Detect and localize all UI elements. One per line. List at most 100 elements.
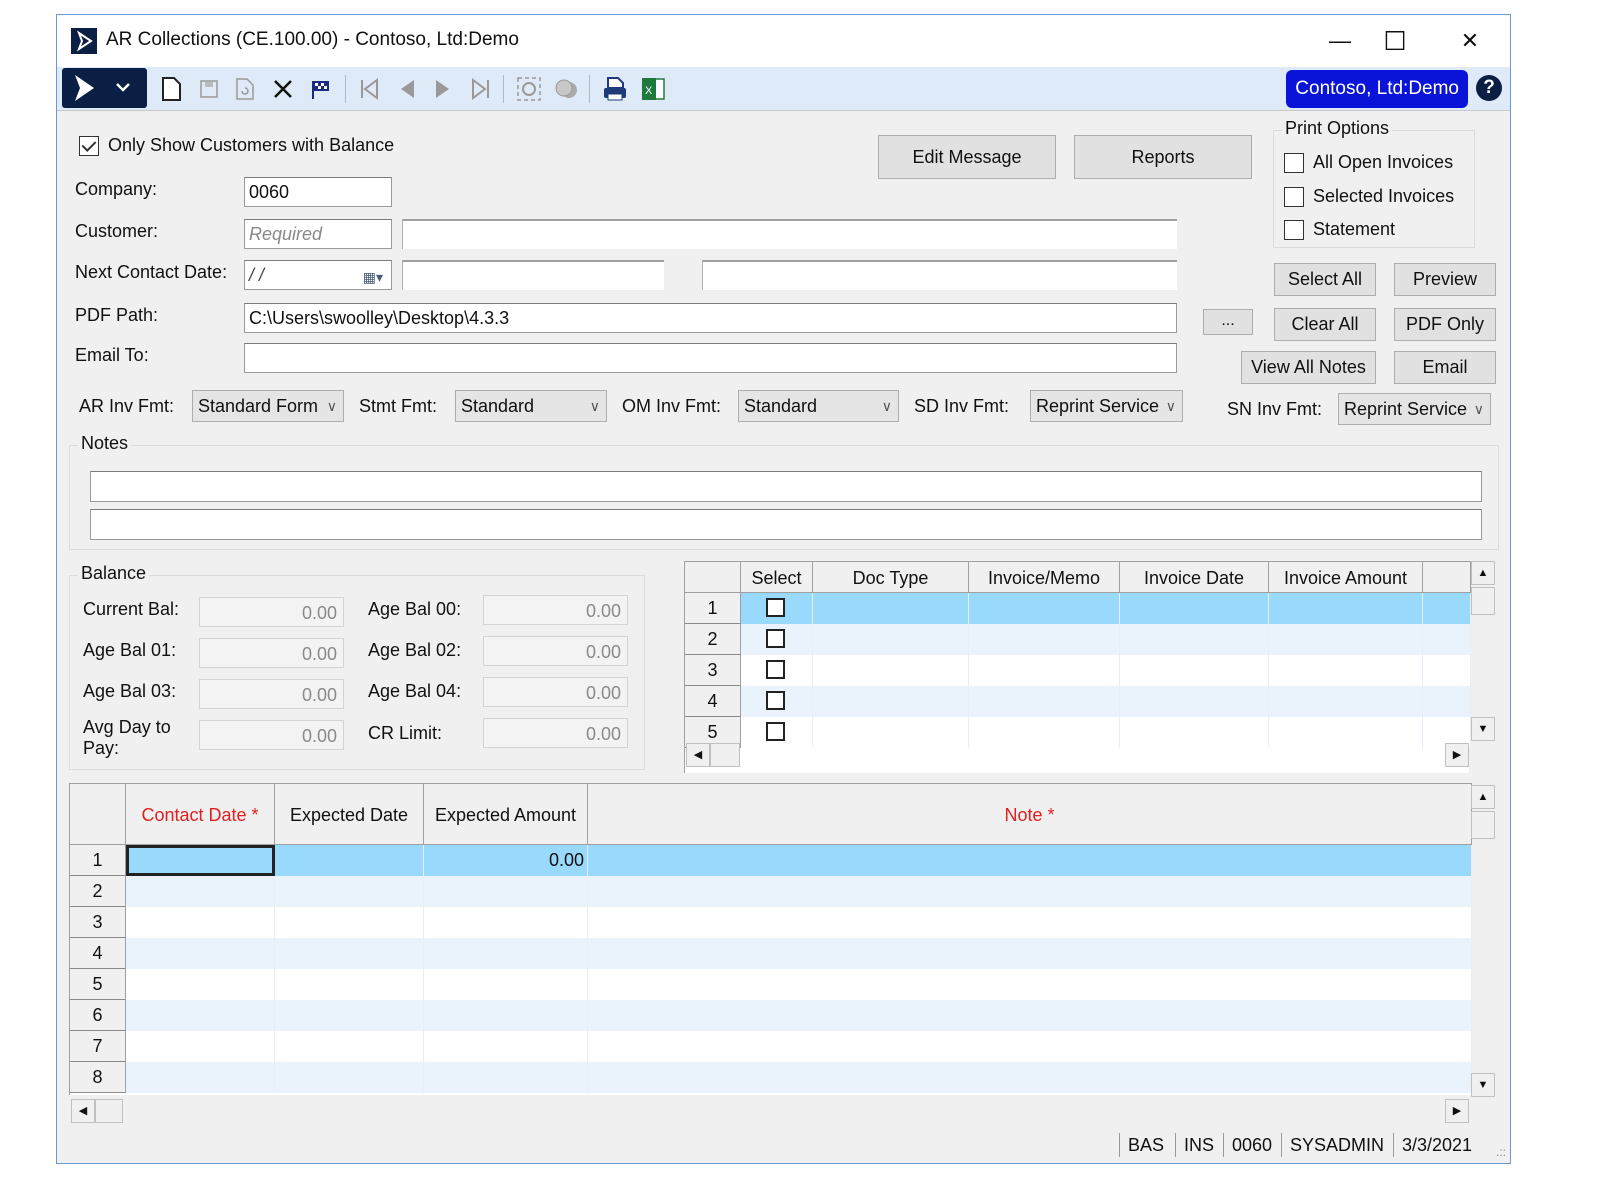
maximize-button[interactable]: ☐ xyxy=(1375,25,1415,57)
scroll-right-icon[interactable]: ▶ xyxy=(1445,743,1469,767)
scroll-up-icon[interactable]: ▲ xyxy=(1471,785,1495,809)
expected-date-cell[interactable] xyxy=(275,907,424,938)
column-header[interactable]: Invoice Date xyxy=(1120,561,1269,593)
row-select-checkbox[interactable] xyxy=(766,660,785,679)
excel-icon[interactable]: X xyxy=(639,75,667,103)
customer-id-input[interactable]: Required xyxy=(244,219,392,249)
om-inv-fmt-select[interactable]: Standard ∨ xyxy=(738,390,899,422)
vertical-scrollbar-thumb[interactable] xyxy=(1471,811,1495,839)
company-input[interactable]: 0060 xyxy=(244,177,392,207)
save-icon[interactable] xyxy=(195,75,223,103)
select-cell[interactable] xyxy=(741,717,813,748)
save-template-icon[interactable] xyxy=(231,75,259,103)
row-select-checkbox[interactable] xyxy=(766,598,785,617)
note-cell[interactable] xyxy=(588,1031,1472,1062)
contact-date-cell[interactable] xyxy=(126,1000,275,1031)
delete-icon[interactable] xyxy=(269,75,297,103)
pdf-path-input[interactable]: C:\Users\swoolley\Desktop\4.3.3 xyxy=(244,303,1177,333)
sn-inv-fmt-select[interactable]: Reprint Service ∨ xyxy=(1338,393,1491,425)
view-all-notes-button[interactable]: View All Notes xyxy=(1241,351,1376,384)
grid-cell[interactable] xyxy=(969,655,1120,686)
first-record-icon[interactable] xyxy=(355,75,383,103)
grid-cell[interactable] xyxy=(1120,686,1269,717)
grid-cell[interactable] xyxy=(1269,624,1423,655)
expected-date-cell[interactable] xyxy=(275,845,424,876)
contact-date-cell[interactable] xyxy=(126,1062,275,1093)
horizontal-scrollbar-thumb[interactable] xyxy=(710,743,740,767)
expected-amount-cell[interactable] xyxy=(424,907,588,938)
row-header[interactable]: 7 xyxy=(70,1031,126,1062)
column-header[interactable] xyxy=(1423,561,1471,593)
company-badge[interactable]: Contoso, Ltd:Demo xyxy=(1286,70,1468,108)
view-icon[interactable] xyxy=(553,75,581,103)
column-header[interactable]: Doc Type xyxy=(813,561,969,593)
all-open-invoices-checkbox[interactable] xyxy=(1284,153,1304,173)
grid-cell[interactable] xyxy=(813,717,969,748)
expected-amount-cell[interactable]: 0.00 xyxy=(424,845,588,876)
grid-cell[interactable] xyxy=(1423,593,1471,624)
contact-date-cell[interactable] xyxy=(126,969,275,1000)
scroll-down-icon[interactable]: ▼ xyxy=(1471,717,1495,741)
note-cell[interactable] xyxy=(588,938,1472,969)
row-header[interactable]: 1 xyxy=(70,845,126,876)
grid-cell[interactable] xyxy=(969,624,1120,655)
scroll-right-icon[interactable]: ▶ xyxy=(1445,1099,1469,1123)
row-header[interactable]: 6 xyxy=(70,1000,126,1031)
select-cell[interactable] xyxy=(741,655,813,686)
notes-line-2-input[interactable] xyxy=(90,509,1482,540)
row-header[interactable]: 3 xyxy=(685,655,741,686)
scroll-up-icon[interactable]: ▲ xyxy=(1471,561,1495,585)
note-cell[interactable] xyxy=(588,1062,1472,1093)
grid-cell[interactable] xyxy=(1269,593,1423,624)
stmt-fmt-select[interactable]: Standard ∨ xyxy=(455,390,607,422)
select-cell[interactable] xyxy=(741,686,813,717)
grid-cell[interactable] xyxy=(969,717,1120,748)
column-header[interactable]: Contact Date * xyxy=(126,783,275,845)
calendar-dropdown-icon[interactable]: ▦▾ xyxy=(363,263,383,289)
grid-cell[interactable] xyxy=(1120,655,1269,686)
note-cell[interactable] xyxy=(588,907,1472,938)
select-cell[interactable] xyxy=(741,624,813,655)
note-cell[interactable] xyxy=(588,876,1472,907)
email-to-input[interactable] xyxy=(244,343,1177,373)
row-header[interactable]: 5 xyxy=(70,969,126,1000)
select-all-button[interactable]: Select All xyxy=(1274,263,1376,296)
selected-invoices-checkbox[interactable] xyxy=(1284,187,1304,207)
grid-cell[interactable] xyxy=(813,686,969,717)
ar-inv-fmt-select[interactable]: Standard Form ∨ xyxy=(192,390,344,422)
column-header[interactable]: Invoice Amount xyxy=(1269,561,1423,593)
notes-line-1-input[interactable] xyxy=(90,471,1482,502)
previous-record-icon[interactable] xyxy=(393,75,421,103)
edit-message-button[interactable]: Edit Message xyxy=(878,135,1056,179)
expected-amount-cell[interactable] xyxy=(424,938,588,969)
last-record-icon[interactable] xyxy=(467,75,495,103)
grid-cell[interactable] xyxy=(1423,624,1471,655)
expected-date-cell[interactable] xyxy=(275,1031,424,1062)
row-header[interactable]: 1 xyxy=(685,593,741,624)
help-icon[interactable]: ? xyxy=(1476,75,1502,101)
vertical-scrollbar-thumb[interactable] xyxy=(1471,587,1495,615)
contact-date-cell[interactable] xyxy=(126,938,275,969)
only-show-balance-checkbox[interactable] xyxy=(79,136,99,156)
dynamics-menu-button[interactable] xyxy=(62,68,147,108)
grid-cell[interactable] xyxy=(813,655,969,686)
row-header[interactable]: 2 xyxy=(70,876,126,907)
grid-cell[interactable] xyxy=(813,624,969,655)
contact-date-cell[interactable] xyxy=(126,845,275,876)
new-document-icon[interactable] xyxy=(157,75,185,103)
note-cell[interactable] xyxy=(588,845,1472,876)
refresh-icon[interactable] xyxy=(515,75,543,103)
horizontal-scrollbar-thumb[interactable] xyxy=(95,1099,123,1123)
expected-amount-cell[interactable] xyxy=(424,1000,588,1031)
expected-amount-cell[interactable] xyxy=(424,969,588,1000)
grid-cell[interactable] xyxy=(1120,624,1269,655)
scroll-down-icon[interactable]: ▼ xyxy=(1471,1073,1495,1097)
scroll-left-icon[interactable]: ◀ xyxy=(686,743,710,767)
print-icon[interactable] xyxy=(601,75,629,103)
expected-date-cell[interactable] xyxy=(275,1062,424,1093)
contact-date-cell[interactable] xyxy=(126,907,275,938)
clear-all-button[interactable]: Clear All xyxy=(1274,308,1376,341)
contact-date-cell[interactable] xyxy=(126,1031,275,1062)
grid-cell[interactable] xyxy=(1423,686,1471,717)
row-select-checkbox[interactable] xyxy=(766,629,785,648)
